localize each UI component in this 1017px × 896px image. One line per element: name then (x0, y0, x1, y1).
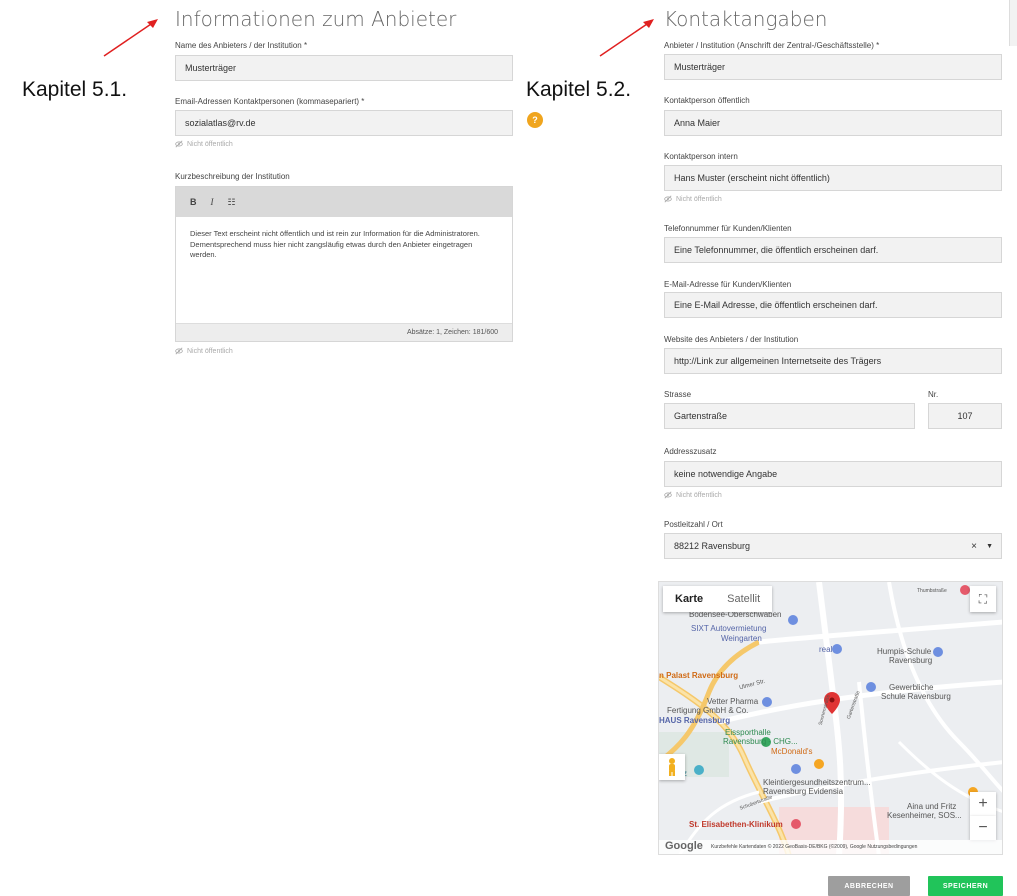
map-label: St. Elisabethen-Klinikum (689, 820, 783, 829)
map-attribution: Kurzbefehle Kartendaten © 2022 GeoBasis-… (659, 840, 1002, 854)
not-public-text: Nicht öffentlich (676, 195, 722, 203)
chevron-down-icon[interactable]: ▼ (986, 543, 993, 550)
map-label: n Palast Ravensburg (659, 671, 739, 680)
not-public-text: Nicht öffentlich (676, 491, 722, 499)
not-public-note: Nicht öffentlich (664, 491, 722, 499)
editor-status: Absätze: 1, Zeichen: 181/600 (176, 323, 512, 341)
postal-city-value: 88212 Ravensburg (674, 541, 751, 551)
fullscreen-icon: ⛶ (978, 591, 988, 606)
map-label: real (819, 645, 833, 654)
map-label: Eissporthalle (725, 728, 771, 737)
provider-address-input[interactable]: Musterträger (664, 54, 1002, 80)
client-email-input[interactable]: Eine E-Mail Adresse, die öffentlich ersc… (664, 292, 1002, 318)
description-editor[interactable]: B I ☷ Dieser Text erscheint nicht öffent… (175, 186, 513, 342)
zoom-out-button[interactable]: − (970, 816, 996, 840)
contact-public-label: Kontaktperson öffentlich (664, 96, 750, 105)
map-label: HAUS Ravensburg (659, 716, 731, 725)
italic-button[interactable]: I (211, 197, 214, 207)
not-public-text: Nicht öffentlich (187, 140, 233, 148)
contact-internal-input[interactable]: Hans Muster (erscheint nicht öffentlich) (664, 165, 1002, 191)
save-button[interactable]: SPEICHERN (928, 876, 1003, 896)
map-type-satellite[interactable]: Satellit (715, 586, 772, 612)
cancel-button[interactable]: ABBRECHEN (828, 876, 910, 896)
map-label: Gewerbliche (889, 683, 934, 692)
scrollbar[interactable] (1009, 0, 1017, 46)
pegman-icon[interactable] (659, 754, 685, 780)
postal-city-select[interactable]: 88212 Ravensburg × ▼ (664, 533, 1002, 559)
client-email-label: E-Mail-Adresse für Kunden/Klienten (664, 280, 792, 289)
map-label: Vetter Pharma (707, 697, 759, 706)
zoom-in-button[interactable]: + (970, 792, 996, 816)
not-public-text: Nicht öffentlich (187, 347, 233, 355)
kapitel-annotation-left: Kapitel 5.1. (22, 78, 128, 101)
website-label: Website des Anbieters / der Institution (664, 335, 799, 344)
postal-city-label: Postleitzahl / Ort (664, 520, 723, 529)
editor-toolbar: B I ☷ (176, 187, 512, 217)
clear-icon[interactable]: × (971, 541, 977, 552)
provider-name-label: Name des Anbieters / der Institution * (175, 41, 308, 50)
not-public-note: Nicht öffentlich (664, 195, 722, 203)
location-map[interactable]: Bodensee-Oberschwaben SIXT Autovermietun… (658, 581, 1003, 855)
annotation-arrow-left (103, 19, 158, 57)
phone-label: Telefonnummer für Kunden/Klienten (664, 224, 792, 233)
contact-emails-label: Email-Adressen Kontaktpersonen (kommasep… (175, 97, 365, 106)
description-label: Kurzbeschreibung der Institution (175, 172, 290, 181)
map-label: Fertigung GmbH & Co. (667, 706, 749, 715)
street-input[interactable]: Gartenstraße (664, 403, 915, 429)
bold-button[interactable]: B (190, 197, 197, 207)
google-logo: Google (665, 840, 703, 852)
map-label: Schule Ravensburg (881, 692, 951, 701)
list-button[interactable]: ☷ (228, 197, 236, 208)
map-label: Humpis-Schule (877, 647, 932, 656)
contact-internal-label: Kontaktperson intern (664, 152, 738, 161)
map-type-map[interactable]: Karte (663, 586, 715, 612)
house-number-input[interactable]: 107 (928, 403, 1002, 429)
map-label: Ravensburg (889, 656, 933, 665)
map-type-control: Karte Satellit (663, 586, 773, 612)
section-title-provider: Informationen zum Anbieter (175, 7, 457, 31)
plus-icon: + (978, 795, 988, 812)
provider-address-label: Anbieter / Institution (Anschrift der Ze… (664, 41, 880, 50)
house-number-label: Nr. (928, 390, 939, 399)
eye-slash-icon (664, 195, 672, 203)
map-label: Kesenheimer, SOS... (887, 811, 962, 820)
map-label: Weingarten (721, 634, 762, 643)
website-input[interactable]: http://Link zur allgemeinen Internetseit… (664, 348, 1002, 374)
kapitel-annotation-right: Kapitel 5.2. (526, 78, 632, 101)
fullscreen-button[interactable]: ⛶ (970, 586, 996, 612)
contact-emails-input[interactable]: sozialatlas@rv.de (175, 110, 513, 136)
annotation-arrow-right (599, 19, 654, 57)
contact-public-input[interactable]: Anna Maier (664, 110, 1002, 136)
map-label: Aina und Fritz (907, 802, 957, 811)
map-label: Ravensburg - CHG... (723, 737, 798, 746)
eye-slash-icon (664, 491, 672, 499)
not-public-note: Nicht öffentlich (175, 347, 233, 355)
map-label: Thumbstraße (917, 588, 947, 594)
description-text[interactable]: Dieser Text erscheint nicht öffentlich u… (176, 217, 512, 323)
map-label: Ravensburg Evidensia (763, 787, 844, 796)
address-extra-label: Addresszusatz (664, 447, 717, 456)
help-icon[interactable]: ? (527, 112, 543, 128)
map-label: McDonald's (771, 747, 813, 756)
eye-slash-icon (175, 347, 183, 355)
street-label: Strasse (664, 390, 692, 399)
section-title-contact: Kontaktangaben (664, 7, 828, 31)
phone-input[interactable]: Eine Telefonnummer, die öffentlich ersch… (664, 237, 1002, 263)
provider-name-input[interactable]: Musterträger (175, 55, 513, 81)
map-label: Kleintiergesundheitszentrum... (763, 778, 871, 787)
address-extra-input[interactable]: keine notwendige Angabe (664, 461, 1002, 487)
map-label: SIXT Autovermietung (691, 624, 767, 633)
eye-slash-icon (175, 140, 183, 148)
not-public-note: Nicht öffentlich (175, 140, 233, 148)
minus-icon: − (978, 819, 988, 836)
